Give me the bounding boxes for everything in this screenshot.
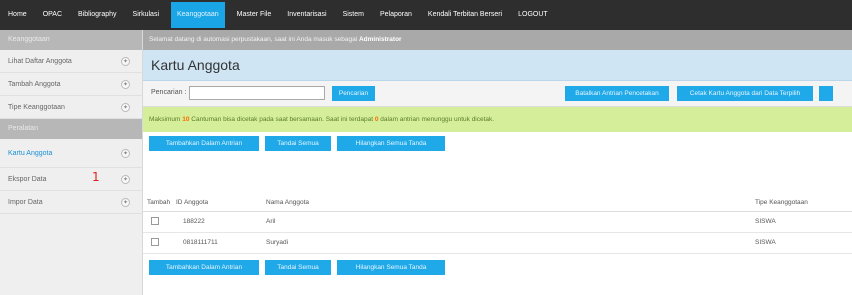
add-to-queue-button[interactable]: Tambahkan Dalam Antrian bbox=[149, 136, 259, 151]
shortcut-icon: ✦ bbox=[121, 197, 130, 207]
nav-home[interactable]: Home bbox=[0, 0, 35, 30]
header-tambah: Tambah bbox=[147, 199, 171, 206]
nav-logout[interactable]: LOGOUT bbox=[510, 0, 556, 30]
page-title: Kartu Anggota bbox=[151, 57, 240, 73]
nav-kendali-terbitan[interactable]: Kendali Terbitan Berseri bbox=[420, 0, 510, 30]
cell-id: 0818111711 bbox=[183, 239, 218, 246]
row-checkbox[interactable] bbox=[151, 238, 159, 246]
cell-type: SISWA bbox=[755, 239, 776, 246]
mark-all-button[interactable]: Tandai Semua bbox=[265, 136, 331, 151]
nav-keanggotaan[interactable]: Keanggotaan bbox=[171, 2, 225, 28]
welcome-user: Administrator bbox=[358, 36, 402, 43]
sidebar-item-label: Ekspor Data bbox=[8, 175, 47, 183]
sidebar-item-ekspor-data[interactable]: Ekspor Data ✦ bbox=[0, 168, 142, 191]
sidebar-item-impor-data[interactable]: Impor Data ✦ bbox=[0, 191, 142, 214]
sidebar-section-keanggotaan: Keanggotaan bbox=[0, 30, 142, 50]
member-table: Tambah ID Anggota Nama Anggota Tipe Kean… bbox=[143, 193, 852, 254]
cancel-queue-button[interactable]: Batalkan Antrian Pencetakan bbox=[565, 86, 669, 101]
cell-name: Suryadi bbox=[266, 239, 289, 246]
welcome-text: Selamat datang di automasi perpustakaan,… bbox=[149, 36, 359, 43]
row-checkbox[interactable] bbox=[151, 217, 159, 225]
nav-inventarisasi[interactable]: Inventarisasi bbox=[279, 0, 334, 30]
header-tipe-keanggotaan: Tipe Keanggotaan bbox=[755, 199, 808, 206]
nav-pelaporan[interactable]: Pelaporan bbox=[372, 0, 420, 30]
info-bar: Maksimum 10 Cantuman bisa dicetak pada s… bbox=[143, 107, 852, 132]
nav-sistem[interactable]: Sistem bbox=[335, 0, 372, 30]
unmark-all-button[interactable]: Hilangkan Semua Tanda bbox=[337, 260, 445, 275]
sidebar: Keanggotaan Lihat Daftar Anggota ✦ Tamba… bbox=[0, 30, 143, 295]
print-cards-button[interactable]: Cetak Kartu Anggota dari Data Terpilih bbox=[677, 86, 813, 101]
nav-master-file[interactable]: Master File bbox=[229, 0, 280, 30]
header-nama-anggota: Nama Anggota bbox=[266, 199, 310, 206]
sidebar-item-label: Lihat Daftar Anggota bbox=[8, 57, 72, 65]
shortcut-icon: ✦ bbox=[121, 56, 130, 66]
shortcut-icon: ✦ bbox=[121, 79, 130, 89]
search-row: Pencarian : Pencarian Batalkan Antrian P… bbox=[143, 81, 852, 107]
nav-opac[interactable]: OPAC bbox=[35, 0, 70, 30]
add-to-queue-button[interactable]: Tambahkan Dalam Antrian bbox=[149, 260, 259, 275]
sidebar-item-tambah-anggota[interactable]: Tambah Anggota ✦ bbox=[0, 73, 142, 96]
sidebar-item-label: Tambah Anggota bbox=[8, 80, 61, 88]
main-content: Selamat datang di automasi perpustakaan,… bbox=[143, 30, 852, 295]
header-id-anggota: ID Anggota bbox=[176, 199, 209, 206]
nav-bibliography[interactable]: Bibliography bbox=[70, 0, 125, 30]
shortcut-icon: ✦ bbox=[121, 174, 130, 184]
shortcut-icon: ✦ bbox=[121, 102, 130, 112]
cell-type: SISWA bbox=[755, 218, 776, 225]
action-buttons-top: Tambahkan Dalam Antrian Tandai Semua Hil… bbox=[143, 132, 852, 154]
sidebar-item-label: Kartu Anggota bbox=[8, 149, 53, 157]
nav-sirkulasi[interactable]: Sirkulasi bbox=[125, 0, 167, 30]
table-header: Tambah ID Anggota Nama Anggota Tipe Kean… bbox=[143, 193, 852, 212]
cell-name: Aril bbox=[266, 218, 276, 225]
title-bar: Kartu Anggota bbox=[143, 50, 852, 81]
sidebar-item-lihat-daftar-anggota[interactable]: Lihat Daftar Anggota ✦ bbox=[0, 50, 142, 73]
extra-button[interactable] bbox=[819, 86, 833, 101]
welcome-bar: Selamat datang di automasi perpustakaan,… bbox=[143, 30, 852, 50]
shortcut-icon: ✦ bbox=[121, 148, 130, 158]
search-label: Pencarian : bbox=[151, 89, 187, 96]
search-button[interactable]: Pencarian bbox=[332, 86, 375, 101]
annotation-mark-1: 1 bbox=[92, 170, 100, 184]
sidebar-item-label: Tipe Keanggotaan bbox=[8, 103, 65, 111]
sidebar-section-peralatan: Peralatan bbox=[0, 119, 142, 139]
info-text: Maksimum bbox=[149, 116, 183, 123]
table-row: 0818111711 Suryadi SISWA bbox=[143, 233, 852, 254]
sidebar-item-label: Impor Data bbox=[8, 198, 43, 206]
mark-all-button[interactable]: Tandai Semua bbox=[265, 260, 331, 275]
cell-id: 188222 bbox=[183, 218, 205, 225]
sidebar-item-tipe-keanggotaan[interactable]: Tipe Keanggotaan ✦ bbox=[0, 96, 142, 119]
sidebar-item-kartu-anggota[interactable]: Kartu Anggota ✦ bbox=[0, 139, 142, 168]
table-row: 188222 Aril SISWA bbox=[143, 212, 852, 233]
top-nav: Home OPAC Bibliography Sirkulasi Keanggo… bbox=[0, 0, 852, 30]
info-text: dalam antrian menunggu untuk dicetak. bbox=[378, 116, 495, 123]
info-text: Cantuman bisa dicetak pada saat bersamaa… bbox=[189, 116, 375, 123]
action-buttons-bottom: Tambahkan Dalam Antrian Tandai Semua Hil… bbox=[143, 256, 852, 278]
unmark-all-button[interactable]: Hilangkan Semua Tanda bbox=[337, 136, 445, 151]
search-input[interactable] bbox=[189, 86, 325, 100]
